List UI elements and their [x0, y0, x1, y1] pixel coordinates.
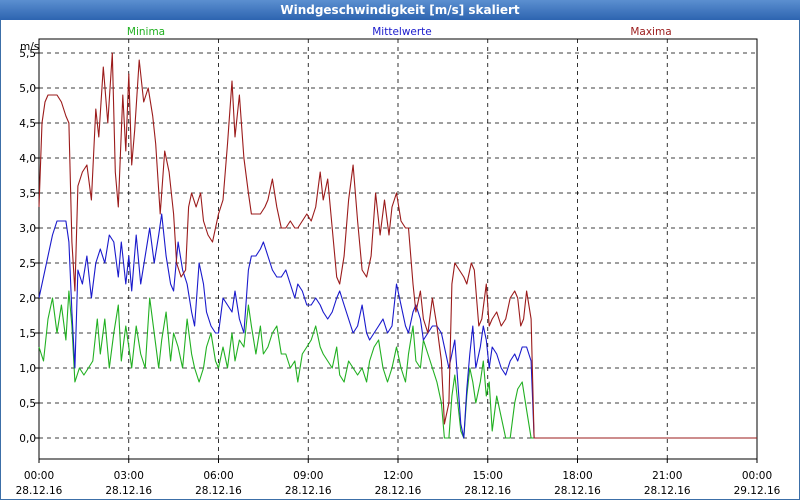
- x-tick-time-label: 12:00: [383, 470, 413, 482]
- x-tick-time-label: 18:00: [562, 470, 592, 482]
- legend: Minima Mittelwerte Maxima: [127, 26, 672, 38]
- x-tick-date-label: 28.12.16: [105, 485, 152, 497]
- x-tick-time-label: 00:00: [24, 470, 54, 482]
- chart-canvas: 0,00,51,01,52,02,53,03,54,04,55,05,5 00:…: [16, 26, 781, 497]
- y-tick-label: 5,0: [19, 83, 36, 95]
- x-tick-time-label: 21:00: [652, 470, 682, 482]
- x-axis: 00:00 28.12.16 03:00 28.12.16 06:00 28.12.16 0…: [16, 459, 781, 497]
- x-tick-time-label: 15:00: [473, 470, 503, 482]
- legend-entry-maxima: Maxima: [630, 26, 671, 38]
- y-tick-label: 2,5: [19, 258, 36, 270]
- x-tick-time-label: 06:00: [203, 470, 233, 482]
- x-tick-date-label: 28.12.16: [16, 485, 63, 497]
- y-tick-label: 3,5: [19, 188, 36, 200]
- x-tick-date-label: 28.12.16: [644, 485, 691, 497]
- x-tick-time-label: 09:00: [293, 470, 323, 482]
- legend-entry-mittelwerte: Mittelwerte: [372, 26, 432, 38]
- x-tick-date-label: 28.12.16: [464, 485, 511, 497]
- y-axis-label: m/s: [20, 41, 39, 53]
- y-tick-label: 3,0: [19, 223, 36, 235]
- x-tick-date-label: 28.12.16: [554, 485, 601, 497]
- y-tick-label: 0,0: [19, 433, 36, 445]
- x-tick-date-label: 28.12.16: [195, 485, 242, 497]
- x-tick-date-label: 29.12.16: [734, 485, 781, 497]
- y-tick-label: 1,0: [19, 363, 36, 375]
- x-tick-date-label: 28.12.16: [285, 485, 332, 497]
- y-tick-label: 4,0: [19, 153, 36, 165]
- legend-entry-minima: Minima: [127, 26, 165, 38]
- y-tick-label: 1,5: [19, 328, 36, 340]
- x-tick-time-label: 00:00: [742, 470, 772, 482]
- y-tick-label: 4,5: [19, 118, 36, 130]
- y-tick-label: 0,5: [19, 398, 36, 410]
- x-tick-time-label: 03:00: [114, 470, 144, 482]
- y-axis: 0,00,51,01,52,02,53,03,54,04,55,05,5: [19, 48, 39, 445]
- y-tick-label: 2,0: [19, 293, 36, 305]
- x-tick-date-label: 28.12.16: [375, 485, 422, 497]
